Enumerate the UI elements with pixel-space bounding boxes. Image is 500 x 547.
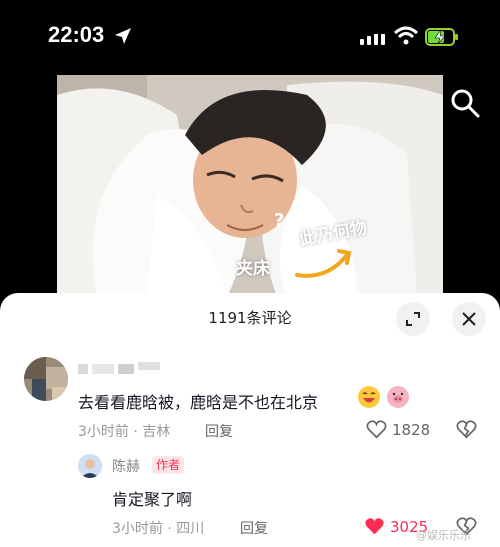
reply-time-location: 3小时前 · 四川	[112, 521, 205, 537]
reply-text: 肯定聚了啊	[112, 490, 193, 509]
wifi-icon	[394, 26, 418, 45]
author-badge: 作者	[152, 456, 185, 474]
battery-charging-icon	[425, 28, 458, 46]
dislike-broken-heart-icon[interactable]	[456, 420, 477, 439]
expand-button[interactable]	[396, 302, 430, 336]
author-avatar[interactable]	[78, 454, 102, 478]
reply-button[interactable]: 回复	[205, 421, 233, 441]
watermark: @娱乐乐乐	[416, 529, 471, 542]
location-arrow-icon	[115, 28, 131, 44]
commenter-name-blurred	[78, 359, 168, 374]
laughing-emoji-icon	[358, 386, 380, 408]
status-bar: 22:03	[0, 0, 500, 70]
status-time: 22:03	[48, 22, 105, 47]
reply-button-2[interactable]: 回复	[240, 518, 268, 538]
commenter-avatar[interactable]	[24, 357, 68, 401]
pig-emoji-icon	[387, 386, 409, 408]
close-button[interactable]	[452, 302, 486, 336]
video-caption-2: 夹床	[236, 259, 270, 279]
comment-text: 去看看鹿晗被，鹿晗是不也在北京	[78, 393, 319, 412]
heart-filled-icon[interactable]	[364, 517, 385, 536]
video-question-mark: ?	[274, 210, 285, 231]
heart-outline-icon[interactable]	[366, 420, 387, 439]
expand-icon	[406, 312, 420, 326]
comment-time-location: 3小时前 · 吉林	[78, 424, 171, 440]
author-name[interactable]: 陈赫	[112, 456, 140, 476]
search-icon[interactable]	[450, 88, 480, 120]
comment-panel: 1191条评论 去看看鹿晗被，鹿晗是不也在北京 3小时前 · 吉林 回复 182…	[0, 293, 500, 547]
cellular-signal-icon	[360, 30, 385, 45]
close-icon	[462, 312, 476, 326]
like-count: 1828	[392, 421, 431, 439]
video-frame[interactable]: ? 此乃何物 夹床	[57, 75, 443, 297]
